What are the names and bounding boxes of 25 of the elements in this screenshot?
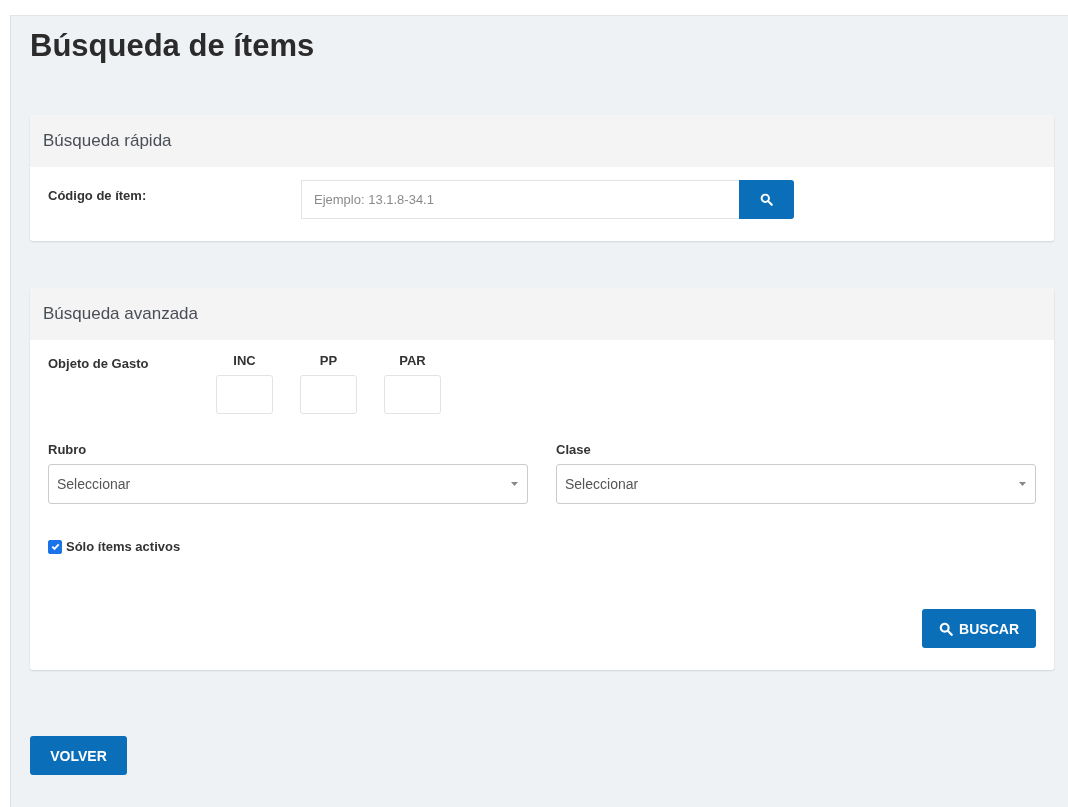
dropdown[interactable]: Seleccionar (48, 464, 528, 504)
search-icon (939, 621, 954, 636)
search-button[interactable] (739, 180, 794, 219)
code-field[interactable] (300, 375, 357, 414)
item-code-field[interactable]: Ejemplo: 13.1.8-34.1 (301, 180, 739, 219)
code-field[interactable] (216, 375, 273, 414)
field-label: PAR (399, 353, 426, 368)
dropdown[interactable]: Seleccionar (556, 464, 1036, 504)
field-label: Objeto de Gasto (48, 356, 150, 371)
checkbox[interactable] (48, 539, 62, 554)
caret-icon (511, 482, 518, 486)
search-icon (760, 193, 773, 206)
field-label: Rubro (48, 442, 88, 457)
checkbox-label: Sólo ítems activos (66, 539, 181, 554)
code-field[interactable] (384, 375, 441, 414)
field-label: Código de ítem: (48, 188, 148, 203)
caret-icon (1019, 482, 1026, 486)
card-title: Búsqueda rápida (43, 131, 172, 151)
field-label: Clase (556, 442, 592, 457)
search-button[interactable]: BUSCAR (922, 609, 1036, 648)
back-button[interactable]: VOLVER (30, 736, 127, 775)
field-label: INC (233, 353, 256, 368)
field-label: PP (319, 353, 338, 368)
card-title: Búsqueda avanzada (43, 304, 199, 324)
page-title: Búsqueda de ítems (30, 28, 316, 65)
